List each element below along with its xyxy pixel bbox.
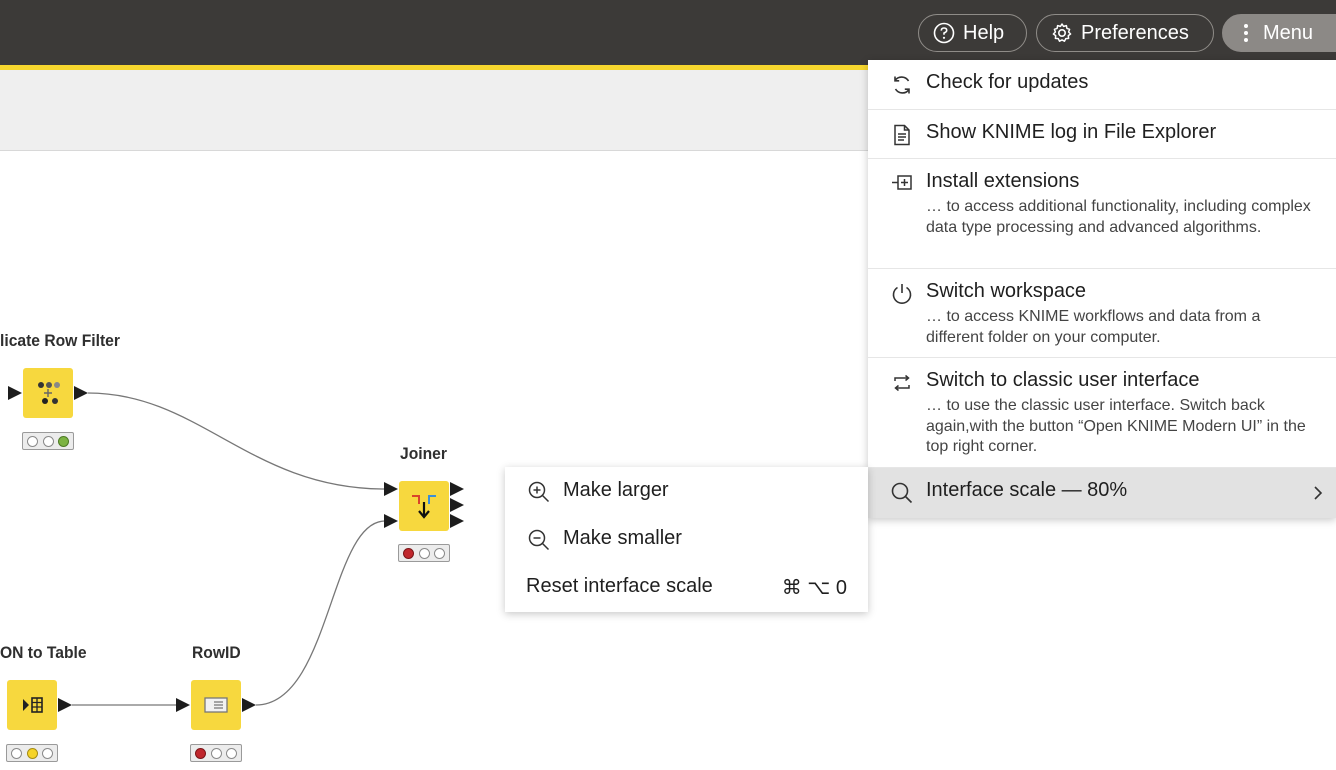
menu-item-switch-workspace[interactable]: Switch workspace … to access KNIME workf… bbox=[868, 269, 1336, 358]
node-label: Joiner bbox=[400, 444, 447, 463]
rowid-node[interactable] bbox=[191, 680, 241, 730]
output-port[interactable] bbox=[58, 698, 72, 712]
refresh-icon bbox=[894, 76, 910, 94]
menu-item-description: … to access KNIME workflows and data fro… bbox=[926, 308, 1261, 346]
preferences-label: Preferences bbox=[1081, 21, 1189, 44]
input-port[interactable] bbox=[384, 482, 398, 496]
make-smaller-item[interactable]: Make smaller bbox=[505, 515, 868, 563]
node-label: ON to Table bbox=[0, 643, 87, 662]
menu-item-interface-scale[interactable]: Interface scale — 80% bbox=[868, 468, 1336, 518]
status-light bbox=[57, 435, 69, 447]
output-port[interactable] bbox=[242, 698, 256, 712]
connection-wire bbox=[87, 392, 386, 490]
search-icon bbox=[891, 482, 913, 504]
zoom-in-icon bbox=[528, 481, 550, 503]
connection-wire bbox=[255, 520, 386, 706]
document-icon bbox=[894, 124, 910, 146]
help-icon bbox=[933, 22, 955, 44]
menu-button[interactable]: Menu bbox=[1222, 14, 1336, 52]
status-light bbox=[27, 435, 39, 447]
top-bar: Help Preferences Menu bbox=[0, 0, 1336, 65]
status-light bbox=[42, 435, 54, 447]
menu-label: Menu bbox=[1263, 21, 1314, 44]
node-status-lights bbox=[190, 744, 242, 762]
canvas-toolbar bbox=[0, 70, 868, 151]
status-light bbox=[11, 747, 23, 759]
kebab-icon bbox=[1244, 24, 1248, 42]
make-smaller-label: Make smaller bbox=[563, 527, 682, 549]
menu-item-title: Check for updates bbox=[926, 71, 1089, 93]
reset-scale-label: Reset interface scale bbox=[526, 575, 713, 597]
app-menu-dropdown: Check for updates Show KNIME log in File… bbox=[868, 60, 1336, 518]
gear-icon bbox=[1052, 23, 1072, 42]
menu-item-title: Interface scale — 80% bbox=[926, 479, 1128, 501]
node-status-lights bbox=[6, 744, 58, 762]
status-light bbox=[433, 547, 445, 559]
output-port[interactable] bbox=[450, 498, 464, 512]
menu-item-title: Show KNIME log in File Explorer bbox=[926, 121, 1217, 143]
menu-item-check-updates[interactable]: Check for updates bbox=[868, 60, 1336, 110]
menu-item-title: Install extensions bbox=[926, 170, 1080, 192]
menu-item-title: Switch to classic user interface bbox=[926, 369, 1200, 391]
power-icon bbox=[892, 284, 912, 304]
install-extension-icon bbox=[892, 175, 912, 190]
menu-item-title: Switch workspace bbox=[926, 280, 1087, 302]
output-port[interactable] bbox=[450, 482, 464, 496]
joiner-node[interactable] bbox=[399, 481, 449, 531]
json-to-table-icon bbox=[23, 697, 43, 713]
help-label: Help bbox=[963, 21, 1005, 44]
joiner-icon bbox=[412, 495, 436, 519]
menu-item-install-extensions[interactable]: Install extensions … to access additiona… bbox=[868, 159, 1336, 269]
menu-item-switch-classic-ui[interactable]: Switch to classic user interface … to us… bbox=[868, 358, 1336, 468]
chevron-right-icon bbox=[1314, 486, 1323, 500]
input-port[interactable] bbox=[8, 386, 22, 400]
output-port[interactable] bbox=[74, 386, 88, 400]
switch-ui-icon bbox=[894, 374, 910, 392]
menu-item-description: … to access additional functionality, in… bbox=[926, 198, 1311, 236]
status-light bbox=[418, 547, 430, 559]
input-port[interactable] bbox=[384, 514, 398, 528]
status-light bbox=[403, 547, 415, 559]
status-light bbox=[195, 747, 207, 759]
duplicate-filter-icon bbox=[38, 382, 60, 404]
menu-item-description: … to use the classic user interface. Swi… bbox=[926, 397, 1306, 455]
status-light bbox=[225, 747, 237, 759]
json-to-table-node[interactable] bbox=[7, 680, 57, 730]
status-light bbox=[210, 747, 222, 759]
duplicate-row-filter-node[interactable] bbox=[23, 368, 73, 418]
make-larger-item[interactable]: Make larger bbox=[505, 467, 868, 515]
node-status-lights bbox=[22, 432, 74, 450]
rowid-icon bbox=[204, 697, 228, 713]
input-port[interactable] bbox=[176, 698, 190, 712]
node-label: RowID bbox=[192, 643, 241, 662]
preferences-button[interactable]: Preferences bbox=[1036, 14, 1214, 52]
node-status-lights bbox=[398, 544, 450, 562]
menu-item-show-log[interactable]: Show KNIME log in File Explorer bbox=[868, 110, 1336, 159]
status-light bbox=[41, 747, 53, 759]
interface-scale-submenu: Make larger Make smaller Reset interface… bbox=[505, 467, 868, 612]
help-button[interactable]: Help bbox=[918, 14, 1027, 52]
make-larger-label: Make larger bbox=[563, 479, 669, 501]
node-label: licate Row Filter bbox=[0, 331, 120, 350]
status-light bbox=[26, 747, 38, 759]
keyboard-shortcut: ⌘ ⌥ 0 bbox=[781, 577, 847, 599]
output-port[interactable] bbox=[450, 514, 464, 528]
zoom-out-icon bbox=[528, 529, 550, 551]
reset-scale-item[interactable]: Reset interface scale ⌘ ⌥ 0 bbox=[505, 563, 868, 611]
